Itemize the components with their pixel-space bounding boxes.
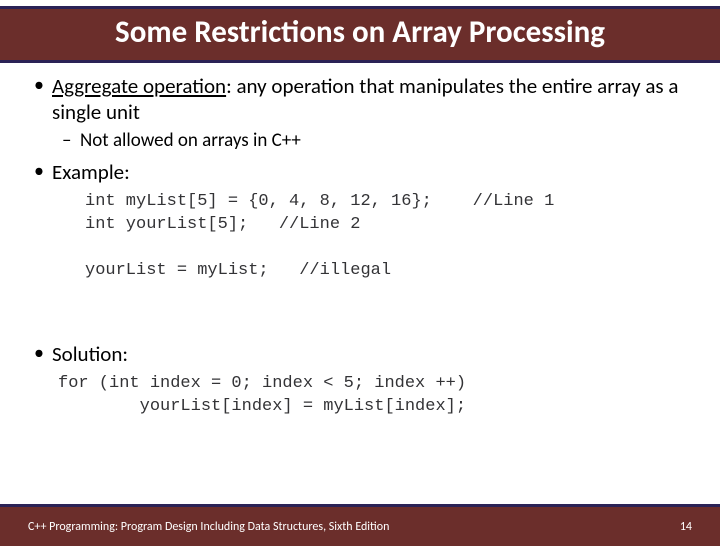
sub-bullet-list: Not allowed on arrays in C++: [52, 129, 690, 153]
slide-number: 14: [680, 520, 692, 534]
bullet-list: Aggregate operation: any operation that …: [30, 73, 690, 186]
slide-title: Some Restrictions on Array Processing: [20, 15, 700, 50]
bullet-example: Example:: [30, 159, 690, 185]
slide-content: Aggregate operation: any operation that …: [0, 63, 720, 419]
code-solution: for (int index = 0; index < 5; index ++)…: [58, 373, 690, 419]
sub-bullet-not-allowed: Not allowed on arrays in C++: [52, 129, 690, 153]
code-example: int myList[5] = {0, 4, 8, 12, 16}; //Lin…: [85, 191, 690, 283]
title-band: Some Restrictions on Array Processing: [0, 6, 720, 63]
footer-citation: C++ Programming: Program Design Includin…: [28, 520, 389, 534]
aggregate-term: Aggregate operation: [52, 73, 226, 99]
bullet-list-2: Solution:: [30, 341, 690, 367]
bullet-aggregate: Aggregate operation: any operation that …: [30, 73, 690, 153]
bullet-solution: Solution:: [30, 341, 690, 367]
